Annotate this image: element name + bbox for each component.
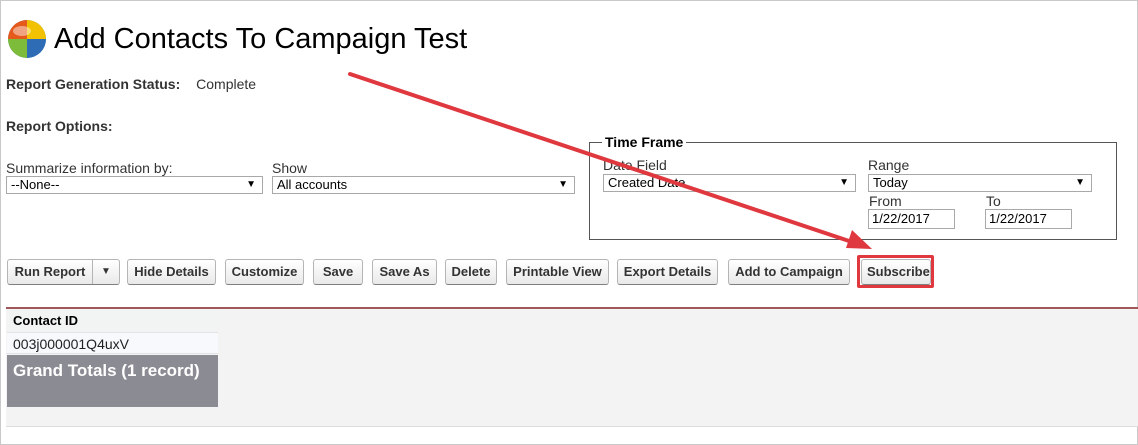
save-as-button[interactable]: Save As: [372, 259, 437, 285]
range-select-value: Today: [873, 175, 908, 190]
range-select[interactable]: Today ▼: [868, 174, 1092, 192]
range-label: Range: [868, 157, 910, 173]
save-button[interactable]: Save: [313, 259, 363, 285]
page-title: Add Contacts To Campaign Test: [54, 23, 468, 55]
show-select[interactable]: All accounts ▼: [272, 176, 575, 194]
run-report-dropdown-icon[interactable]: ▼: [93, 260, 119, 284]
date-field-label: Date Field: [603, 157, 667, 173]
summarize-select[interactable]: --None-- ▼: [6, 176, 263, 194]
run-report-split-button[interactable]: Run Report ▼: [7, 259, 120, 285]
date-field-select-value: Created Date: [608, 175, 686, 190]
column-header-contact-id: Contact ID: [7, 310, 218, 332]
show-select-value: All accounts: [277, 177, 348, 192]
dropdown-arrow-icon: ▼: [558, 179, 568, 190]
page-header: Add Contacts To Campaign Test: [6, 18, 467, 60]
report-options-heading: Report Options:: [6, 118, 113, 134]
dropdown-arrow-icon: ▼: [1075, 177, 1085, 188]
delete-button[interactable]: Delete: [445, 259, 497, 285]
from-label: From: [869, 193, 902, 209]
export-details-button[interactable]: Export Details: [617, 259, 718, 285]
results-divider: [6, 307, 1138, 309]
report-status: Report Generation Status: Complete: [6, 76, 256, 92]
run-report-button[interactable]: Run Report: [8, 260, 93, 284]
dropdown-arrow-icon: ▼: [839, 177, 849, 188]
status-label: Report Generation Status:: [6, 76, 181, 92]
grand-totals-row: Grand Totals (1 record): [7, 355, 218, 407]
dropdown-arrow-icon: ▼: [246, 179, 256, 190]
subscribe-highlight-annotation: [857, 255, 934, 288]
printable-view-button[interactable]: Printable View: [506, 259, 609, 285]
status-value: Complete: [196, 76, 257, 92]
report-logo-icon: [8, 20, 46, 58]
to-label: To: [986, 193, 1001, 209]
customize-button[interactable]: Customize: [225, 259, 304, 285]
to-date-input[interactable]: 1/22/2017: [985, 209, 1072, 229]
time-frame-legend: Time Frame: [602, 134, 687, 150]
show-label: Show: [272, 160, 308, 176]
hide-details-button[interactable]: Hide Details: [127, 259, 216, 285]
from-date-input[interactable]: 1/22/2017: [868, 209, 955, 229]
table-row: 003j000001Q4uxV: [7, 332, 218, 354]
add-to-campaign-button[interactable]: Add to Campaign: [728, 259, 850, 285]
summarize-select-value: --None--: [11, 177, 60, 192]
date-field-select[interactable]: Created Date ▼: [603, 174, 856, 192]
summarize-label: Summarize information by:: [6, 160, 173, 176]
